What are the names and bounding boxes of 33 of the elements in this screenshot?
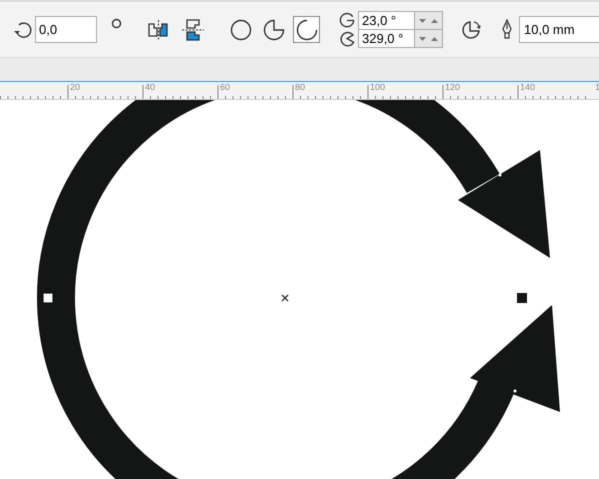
pen-nib-icon: [501, 18, 513, 40]
up-arrow-icon[interactable]: [430, 18, 438, 22]
rotate-icon: [13, 20, 33, 40]
ruler-label: 140: [520, 82, 536, 92]
outline-width-value: 10,0 mm: [523, 21, 576, 39]
selection-handle-icon[interactable]: [42, 292, 54, 304]
ruler-label: 120: [445, 82, 460, 92]
up-arrow-icon[interactable]: [430, 36, 438, 40]
node-handle-icon[interactable]: [517, 293, 527, 303]
pie-direction-icon[interactable]: [460, 18, 482, 40]
node-dot-icon: [514, 390, 516, 392]
ruler-label: 100: [370, 82, 386, 92]
down-arrow-icon[interactable]: [419, 36, 426, 40]
end-angle-icon: [338, 30, 356, 47]
outline-width-dropdown[interactable]: 10,0 mm: [519, 16, 599, 43]
ruler-label: 80: [295, 82, 306, 92]
ellipse-icon: [230, 18, 252, 40]
end-angle-field[interactable]: 329,0 °: [359, 30, 415, 47]
ruler-label: 40: [145, 82, 156, 92]
node-dot-icon: [498, 174, 502, 176]
center-cross-icon: [281, 294, 289, 302]
angle-spinner[interactable]: 23,0 ° 329,0 °: [358, 11, 443, 48]
pie-icon: [262, 18, 284, 40]
arc-icon: [296, 18, 318, 40]
mirror-vertical-icon[interactable]: [181, 18, 205, 42]
rotation-field[interactable]: 0,0: [35, 16, 97, 43]
start-angle-field[interactable]: 23,0 °: [359, 12, 415, 29]
degree-icon: [111, 18, 122, 29]
down-arrow-icon[interactable]: [419, 18, 426, 22]
ruler-label: 20: [70, 82, 80, 92]
ruler-label: 60: [220, 82, 230, 92]
shape-type-button[interactable]: [293, 16, 320, 43]
start-angle-icon: [338, 12, 356, 29]
